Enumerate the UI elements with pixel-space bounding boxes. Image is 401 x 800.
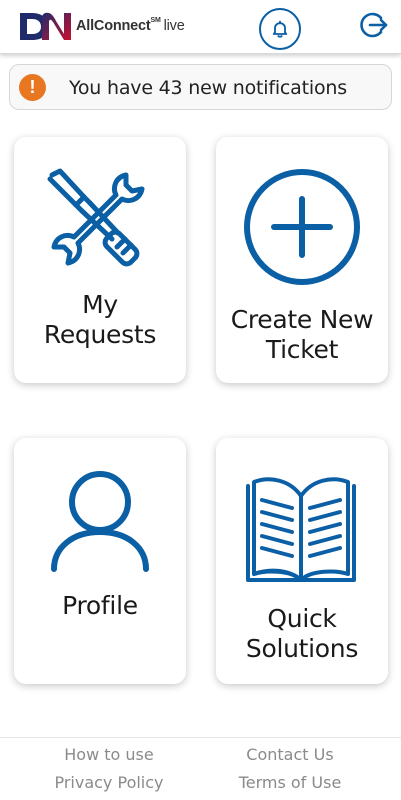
how-to-use-link[interactable]: How to use [29, 745, 189, 764]
privacy-policy-link[interactable]: Privacy Policy [29, 773, 189, 792]
quick-solutions-label: Quick Solutions [245, 604, 359, 663]
app-header: AllConnectSM live [0, 0, 401, 54]
terms-of-use-link[interactable]: Terms of Use [210, 773, 370, 792]
bell-icon [272, 20, 288, 38]
profile-label: Profile [62, 591, 138, 620]
notification-banner[interactable]: ! You have 43 new notifications [9, 64, 392, 110]
notifications-button[interactable] [259, 8, 301, 50]
user-icon [51, 471, 149, 572]
brand-name: AllConnectSM live [76, 17, 185, 34]
brand-suffix: live [163, 18, 185, 34]
create-ticket-label: Create New Ticket [230, 305, 374, 364]
profile-tile[interactable]: Profile [14, 438, 186, 684]
create-ticket-tile[interactable]: Create New Ticket [216, 137, 388, 383]
contact-us-link[interactable]: Contact Us [210, 745, 370, 764]
app-logo: AllConnectSM live [18, 9, 185, 43]
book-icon [246, 477, 356, 582]
my-requests-tile[interactable]: My Requests [14, 137, 186, 383]
logout-icon [360, 12, 388, 38]
plus-circle-icon [244, 169, 360, 285]
my-requests-label: My Requests [43, 290, 157, 349]
footer: How to use Contact Us Privacy Policy Ter… [0, 737, 401, 800]
tools-icon [47, 168, 145, 267]
quick-solutions-tile[interactable]: Quick Solutions [216, 438, 388, 684]
dn-logo-mark [20, 12, 71, 40]
logout-button[interactable] [358, 9, 390, 41]
exclamation-icon: ! [19, 74, 46, 101]
notification-text: You have 43 new notifications [69, 77, 347, 99]
service-mark: SM [150, 17, 161, 24]
brand-name-text: AllConnect [76, 18, 151, 34]
